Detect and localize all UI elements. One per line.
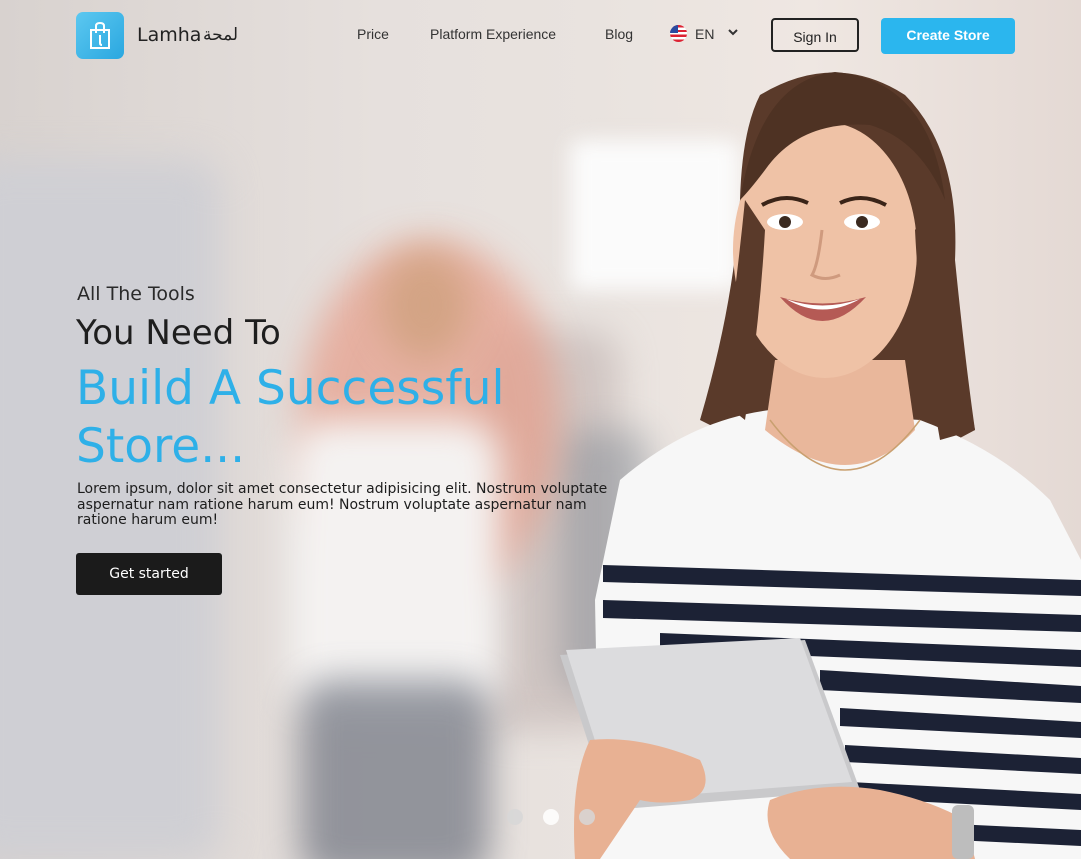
- sign-in-button[interactable]: Sign In: [771, 18, 859, 52]
- get-started-button[interactable]: Get started: [76, 553, 222, 595]
- us-flag-icon: [670, 25, 687, 42]
- lamha-logo-icon[interactable]: [76, 12, 124, 59]
- hero-paragraph: Lorem ipsum, dolor sit amet consectetur …: [77, 481, 608, 528]
- hero-line-1: All The Tools: [77, 283, 195, 305]
- brand-name[interactable]: Lamha: [137, 24, 201, 46]
- carousel-dots: [507, 809, 595, 825]
- brand-name-arabic[interactable]: لمحة: [203, 25, 238, 45]
- carousel-dot-3[interactable]: [579, 809, 595, 825]
- nav-blog-link[interactable]: Blog: [605, 26, 633, 42]
- nav-platform-experience-link[interactable]: Platform Experience: [430, 26, 556, 42]
- language-code: EN: [695, 25, 715, 42]
- hero-line-2: You Need To: [76, 313, 281, 353]
- language-selector[interactable]: EN: [670, 25, 739, 42]
- chevron-down-icon: [728, 29, 739, 36]
- hero-headline: Build A Successful Store...: [76, 361, 505, 474]
- carousel-dot-1[interactable]: [507, 809, 523, 825]
- create-store-button[interactable]: Create Store: [881, 18, 1015, 54]
- nav-price-link[interactable]: Price: [357, 26, 389, 42]
- carousel-dot-2[interactable]: [543, 809, 559, 825]
